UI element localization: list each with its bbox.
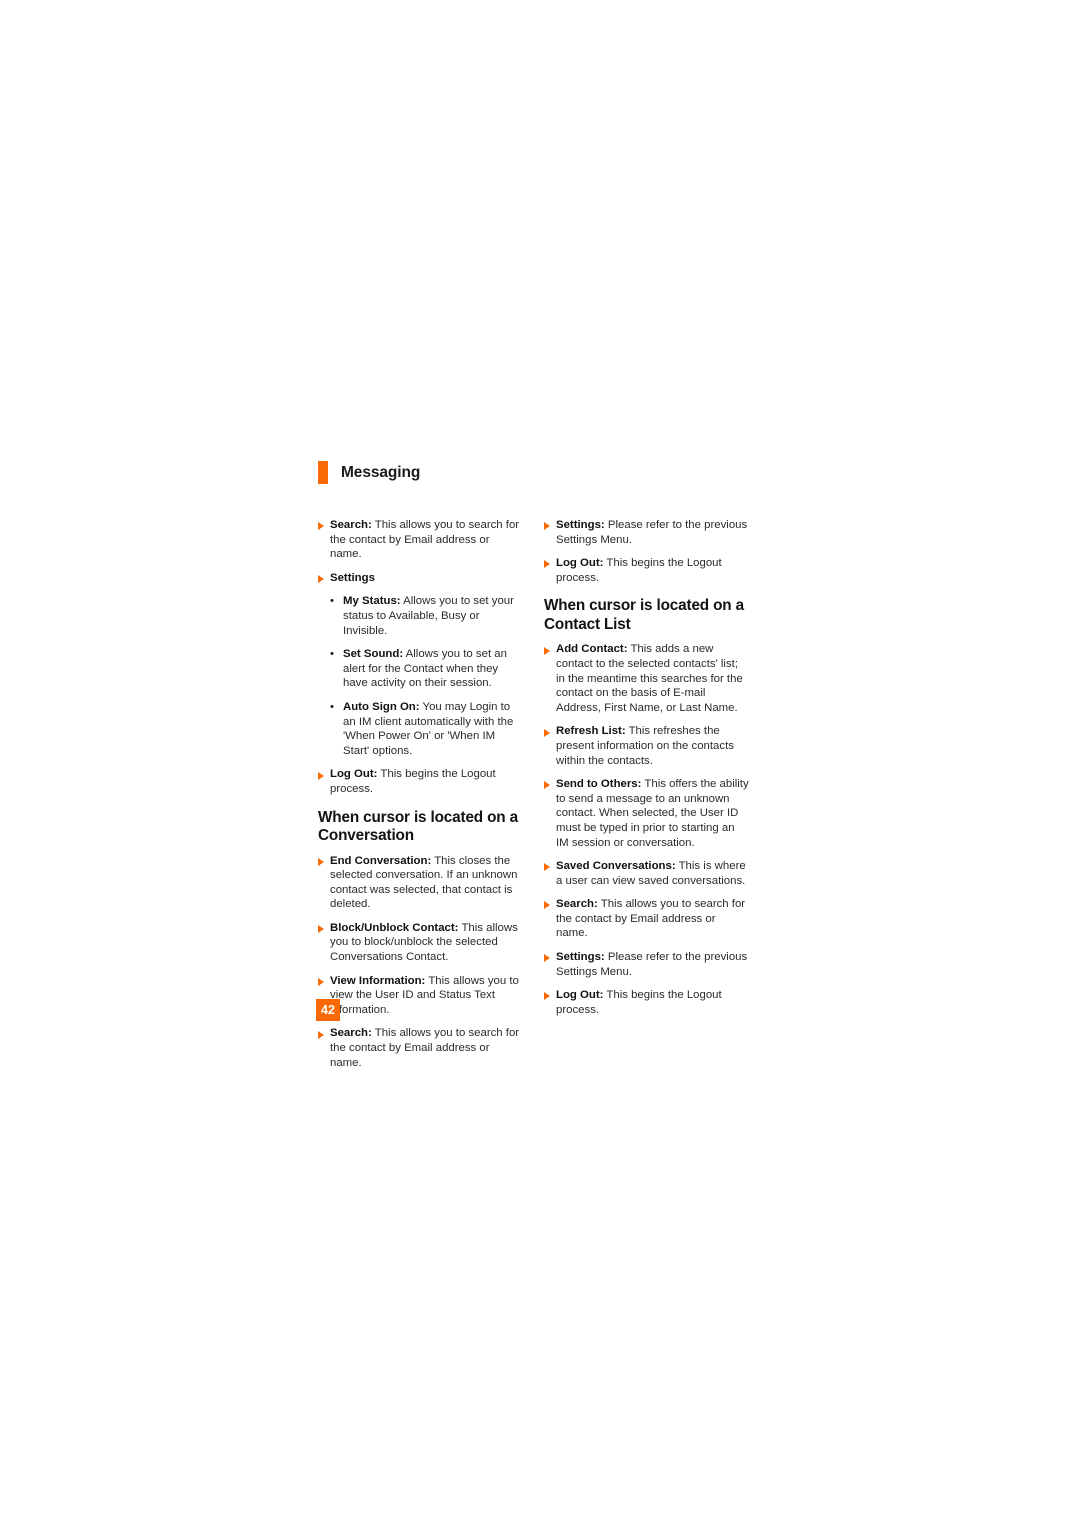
list-item: Search: This allows you to search for th…: [318, 518, 524, 562]
list-item-term: View Information:: [330, 974, 426, 987]
list-item-term: Search:: [330, 519, 372, 531]
section-heading: When cursor is located on a Conversation: [318, 808, 518, 845]
bullet-dot-icon: •: [330, 595, 334, 608]
list-item-term: Set Sound:: [343, 648, 404, 661]
list-item: Settings: Please refer to the previous S…: [544, 950, 750, 979]
triangle-right-icon: [544, 646, 550, 655]
list-item-term: Auto Sign On:: [343, 700, 420, 713]
list-item: Log Out: This begins the Logout process.: [544, 988, 750, 1017]
list-item: View Information: This allows you to vie…: [318, 974, 524, 1018]
triangle-right-icon: [318, 522, 324, 531]
list-item-term: Block/Unblock Contact:: [330, 921, 459, 934]
bullet-dot-icon: •: [330, 648, 334, 661]
list-item-term: Add Contact:: [556, 643, 628, 656]
triangle-right-icon: [318, 1030, 324, 1039]
list-item-term: Settings: [330, 571, 375, 584]
section-header: Messaging: [318, 461, 420, 484]
list-item-term: Log Out:: [330, 768, 378, 781]
list-item: Log Out: This begins the Logout process.: [544, 556, 750, 585]
triangle-right-icon: [544, 781, 550, 790]
list-item: Search: This allows you to search for th…: [318, 1026, 524, 1070]
triangle-right-icon: [544, 560, 550, 569]
list-item-term: Saved Conversations:: [556, 860, 676, 873]
triangle-right-icon: [544, 522, 550, 531]
section-heading: When cursor is located on a Contact List: [544, 597, 744, 633]
page-number-badge: 42: [316, 999, 340, 1021]
page-title: Messaging: [341, 463, 421, 481]
list-item: End Conversation: This closes the select…: [318, 854, 524, 912]
triangle-right-icon: [318, 977, 324, 986]
list-item: Block/Unblock Contact: This allows you t…: [318, 921, 524, 965]
list-item-term: Search:: [556, 898, 598, 911]
list-item: Search: This allows you to search for th…: [544, 897, 750, 941]
triangle-right-icon: [544, 992, 550, 1001]
triangle-right-icon: [318, 771, 324, 780]
list-item: Send to Others: This offers the ability …: [544, 777, 750, 850]
list-item-term: My Status:: [343, 595, 401, 608]
list-item: Log Out: This begins the Logout process.: [318, 767, 524, 796]
two-column-body: Search: This allows you to search for th…: [318, 518, 750, 1070]
triangle-right-icon: [544, 954, 550, 963]
manual-page: Messaging Search: This allows you to sea…: [0, 0, 1080, 1527]
list-item-term: Log Out:: [556, 557, 604, 570]
list-item-term: Send to Others:: [556, 778, 642, 791]
list-item-term: Log Out:: [556, 989, 604, 1002]
triangle-right-icon: [318, 925, 324, 934]
triangle-right-icon: [544, 863, 550, 872]
list-item: • Set Sound: Allows you to set an alert f…: [330, 647, 524, 691]
right-column: Settings: Please refer to the previous S…: [544, 518, 750, 1070]
list-item-term: End Conversation:: [330, 854, 432, 867]
list-item: Saved Conversations: This is where a use…: [544, 859, 750, 888]
list-item: • Auto Sign On: You may Login to an IM cl…: [330, 700, 524, 758]
list-item: Add Contact: This adds a new contact to …: [544, 642, 750, 715]
list-item-term: Refresh List:: [556, 725, 626, 738]
triangle-right-icon: [318, 857, 324, 866]
list-item: Settings: Please refer to the previous S…: [544, 518, 750, 547]
list-item-term: Search:: [330, 1027, 372, 1040]
list-item-term: Settings:: [556, 519, 605, 531]
triangle-right-icon: [318, 574, 324, 583]
bullet-dot-icon: •: [330, 700, 334, 713]
section-accent-bar: [318, 461, 328, 484]
list-item: Settings: [318, 571, 524, 586]
list-item: Refresh List: This refreshes the present…: [544, 724, 750, 768]
triangle-right-icon: [544, 901, 550, 910]
list-item: • My Status: Allows you to set your statu…: [330, 594, 524, 638]
left-column: Search: This allows you to search for th…: [318, 518, 524, 1070]
sub-list: • My Status: Allows you to set your statu…: [318, 594, 524, 758]
list-item-term: Settings:: [556, 951, 605, 964]
triangle-right-icon: [544, 728, 550, 737]
